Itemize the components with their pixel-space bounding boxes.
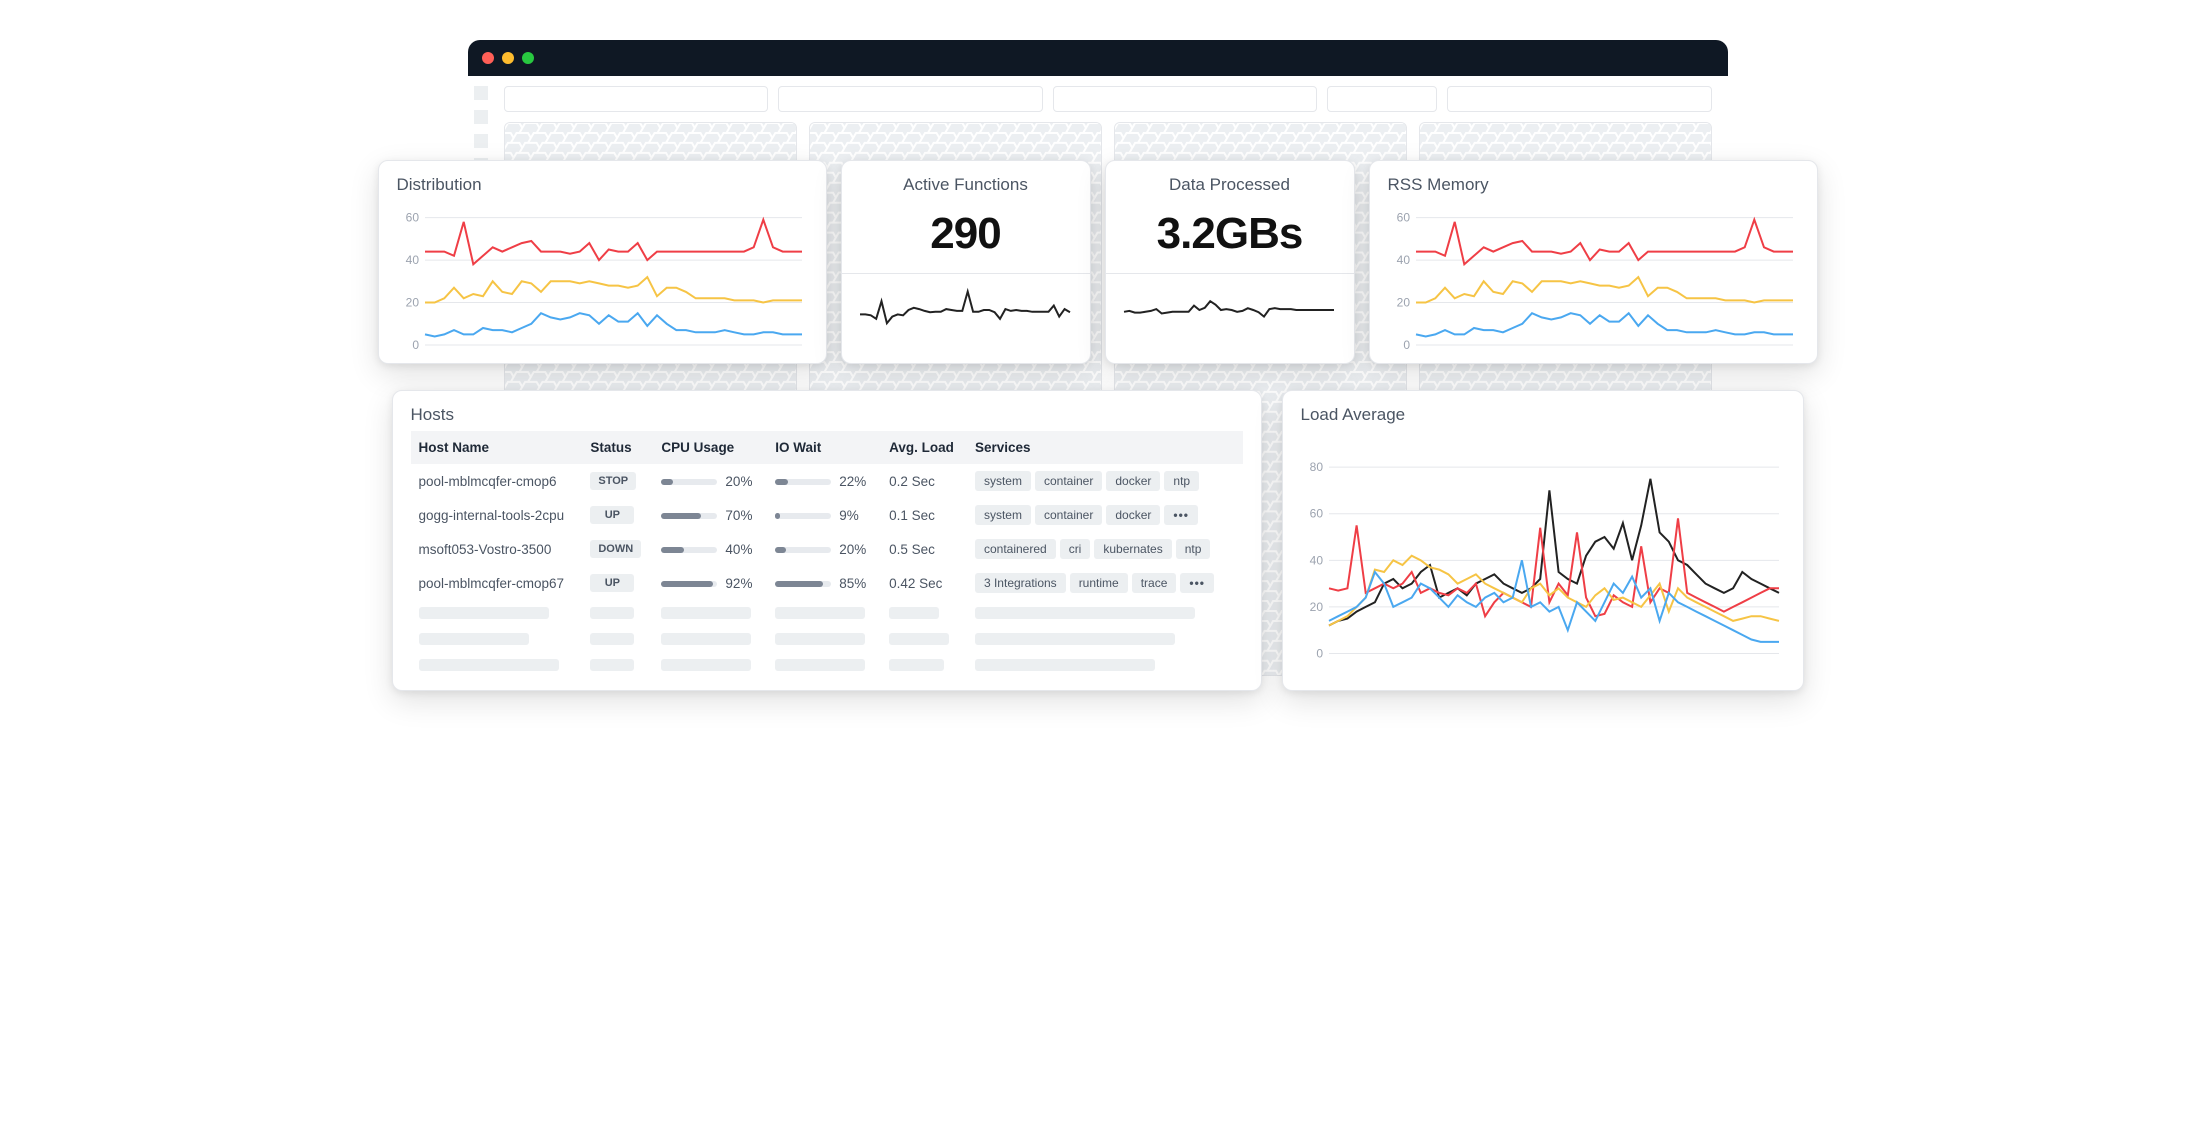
cpu-usage: 40% xyxy=(653,532,767,566)
svg-text:0: 0 xyxy=(1316,647,1323,661)
service-tag[interactable]: trace xyxy=(1132,573,1177,593)
io-wait: 20% xyxy=(767,532,881,566)
data-processed-title: Data Processed xyxy=(1120,175,1340,195)
service-tag[interactable]: kubernates xyxy=(1094,539,1171,559)
svg-text:40: 40 xyxy=(1309,553,1323,567)
status-badge: UP xyxy=(590,506,634,524)
filter-bar-skeleton xyxy=(504,86,1712,112)
svg-text:40: 40 xyxy=(1396,253,1410,267)
svg-text:40: 40 xyxy=(405,253,419,267)
active-functions-card: Active Functions 290 xyxy=(841,160,1091,364)
window-titlebar xyxy=(468,40,1728,76)
table-row[interactable]: gogg-internal-tools-2cpuUP70%9%0.1 Secsy… xyxy=(411,498,1243,532)
hosts-col-header: CPU Usage xyxy=(653,431,767,464)
table-row-skeleton xyxy=(411,600,1243,626)
services-cell: containeredcrikubernatesntp xyxy=(967,532,1243,566)
svg-text:20: 20 xyxy=(1309,600,1323,614)
avg-load: 0.1 Sec xyxy=(881,498,967,532)
window-minimize-icon[interactable] xyxy=(502,52,514,64)
avg-load: 0.2 Sec xyxy=(881,464,967,498)
cpu-usage: 20% xyxy=(653,464,767,498)
status-badge: STOP xyxy=(590,472,636,490)
hosts-col-header: Services xyxy=(967,431,1243,464)
svg-text:60: 60 xyxy=(405,211,419,225)
avg-load: 0.42 Sec xyxy=(881,566,967,600)
service-tag[interactable]: runtime xyxy=(1070,573,1128,593)
rss-memory-title: RSS Memory xyxy=(1388,175,1799,195)
io-wait: 85% xyxy=(767,566,881,600)
active-functions-title: Active Functions xyxy=(856,175,1076,195)
service-tag[interactable]: ntp xyxy=(1176,539,1211,559)
service-tag[interactable]: container xyxy=(1035,505,1102,525)
svg-text:60: 60 xyxy=(1309,507,1323,521)
service-tag[interactable]: docker xyxy=(1106,505,1160,525)
cpu-usage: 70% xyxy=(653,498,767,532)
services-cell: 3 Integrationsruntimetrace••• xyxy=(967,566,1243,600)
service-tag[interactable]: ntp xyxy=(1164,471,1199,491)
service-tag[interactable]: cri xyxy=(1060,539,1091,559)
io-wait: 22% xyxy=(767,464,881,498)
table-row[interactable]: pool-mblmcqfer-cmop6STOP20%22%0.2 Secsys… xyxy=(411,464,1243,498)
svg-text:20: 20 xyxy=(405,296,419,310)
avg-load: 0.5 Sec xyxy=(881,532,967,566)
table-row-skeleton xyxy=(411,652,1243,678)
load-average-chart: 0 20 40 60 80 xyxy=(1301,431,1785,678)
table-row[interactable]: msoft053-Vostro-3500DOWN40%20%0.5 Seccon… xyxy=(411,532,1243,566)
cpu-usage: 92% xyxy=(653,566,767,600)
hosts-col-header: Avg. Load xyxy=(881,431,967,464)
host-name: gogg-internal-tools-2cpu xyxy=(411,498,583,532)
distribution-chart: 0 20 40 60 xyxy=(397,201,808,351)
host-name: pool-mblmcqfer-cmop67 xyxy=(411,566,583,600)
host-name: msoft053-Vostro-3500 xyxy=(411,532,583,566)
hosts-title: Hosts xyxy=(411,405,1243,425)
table-row-skeleton xyxy=(411,626,1243,652)
active-functions-value: 290 xyxy=(856,209,1076,259)
distribution-title: Distribution xyxy=(397,175,808,195)
svg-text:20: 20 xyxy=(1396,296,1410,310)
more-services-icon[interactable]: ••• xyxy=(1180,573,1214,593)
status-badge: DOWN xyxy=(590,540,641,558)
service-tag[interactable]: system xyxy=(975,505,1031,525)
status-badge: UP xyxy=(590,574,634,592)
data-processed-value: 3.2GBs xyxy=(1120,209,1340,259)
service-tag[interactable]: containered xyxy=(975,539,1056,559)
hosts-card: Hosts Host NameStatusCPU UsageIO WaitAvg… xyxy=(392,390,1262,691)
rss-memory-card: RSS Memory 0 20 40 60 xyxy=(1369,160,1818,364)
hosts-table: Host NameStatusCPU UsageIO WaitAvg. Load… xyxy=(411,431,1243,678)
service-tag[interactable]: system xyxy=(975,471,1031,491)
table-row[interactable]: pool-mblmcqfer-cmop67UP92%85%0.42 Sec3 I… xyxy=(411,566,1243,600)
hosts-col-header: Status xyxy=(582,431,653,464)
window-maximize-icon[interactable] xyxy=(522,52,534,64)
load-average-title: Load Average xyxy=(1301,405,1785,425)
rss-memory-chart: 0 20 40 60 xyxy=(1388,201,1799,351)
data-processed-card: Data Processed 3.2GBs xyxy=(1105,160,1355,364)
service-tag[interactable]: 3 Integrations xyxy=(975,573,1066,593)
svg-text:0: 0 xyxy=(412,338,419,351)
window-close-icon[interactable] xyxy=(482,52,494,64)
more-services-icon[interactable]: ••• xyxy=(1164,505,1198,525)
hosts-col-header: Host Name xyxy=(411,431,583,464)
host-name: pool-mblmcqfer-cmop6 xyxy=(411,464,583,498)
hosts-col-header: IO Wait xyxy=(767,431,881,464)
service-tag[interactable]: container xyxy=(1035,471,1102,491)
svg-text:0: 0 xyxy=(1403,338,1410,351)
load-average-card: Load Average 0 20 40 60 80 xyxy=(1282,390,1804,691)
distribution-card: Distribution 0 20 40 60 xyxy=(378,160,827,364)
svg-text:60: 60 xyxy=(1396,211,1410,225)
active-functions-sparkline xyxy=(856,282,1076,338)
services-cell: systemcontainerdocker••• xyxy=(967,498,1243,532)
data-processed-sparkline xyxy=(1120,282,1340,338)
io-wait: 9% xyxy=(767,498,881,532)
services-cell: systemcontainerdockerntp xyxy=(967,464,1243,498)
service-tag[interactable]: docker xyxy=(1106,471,1160,491)
svg-text:80: 80 xyxy=(1309,460,1323,474)
